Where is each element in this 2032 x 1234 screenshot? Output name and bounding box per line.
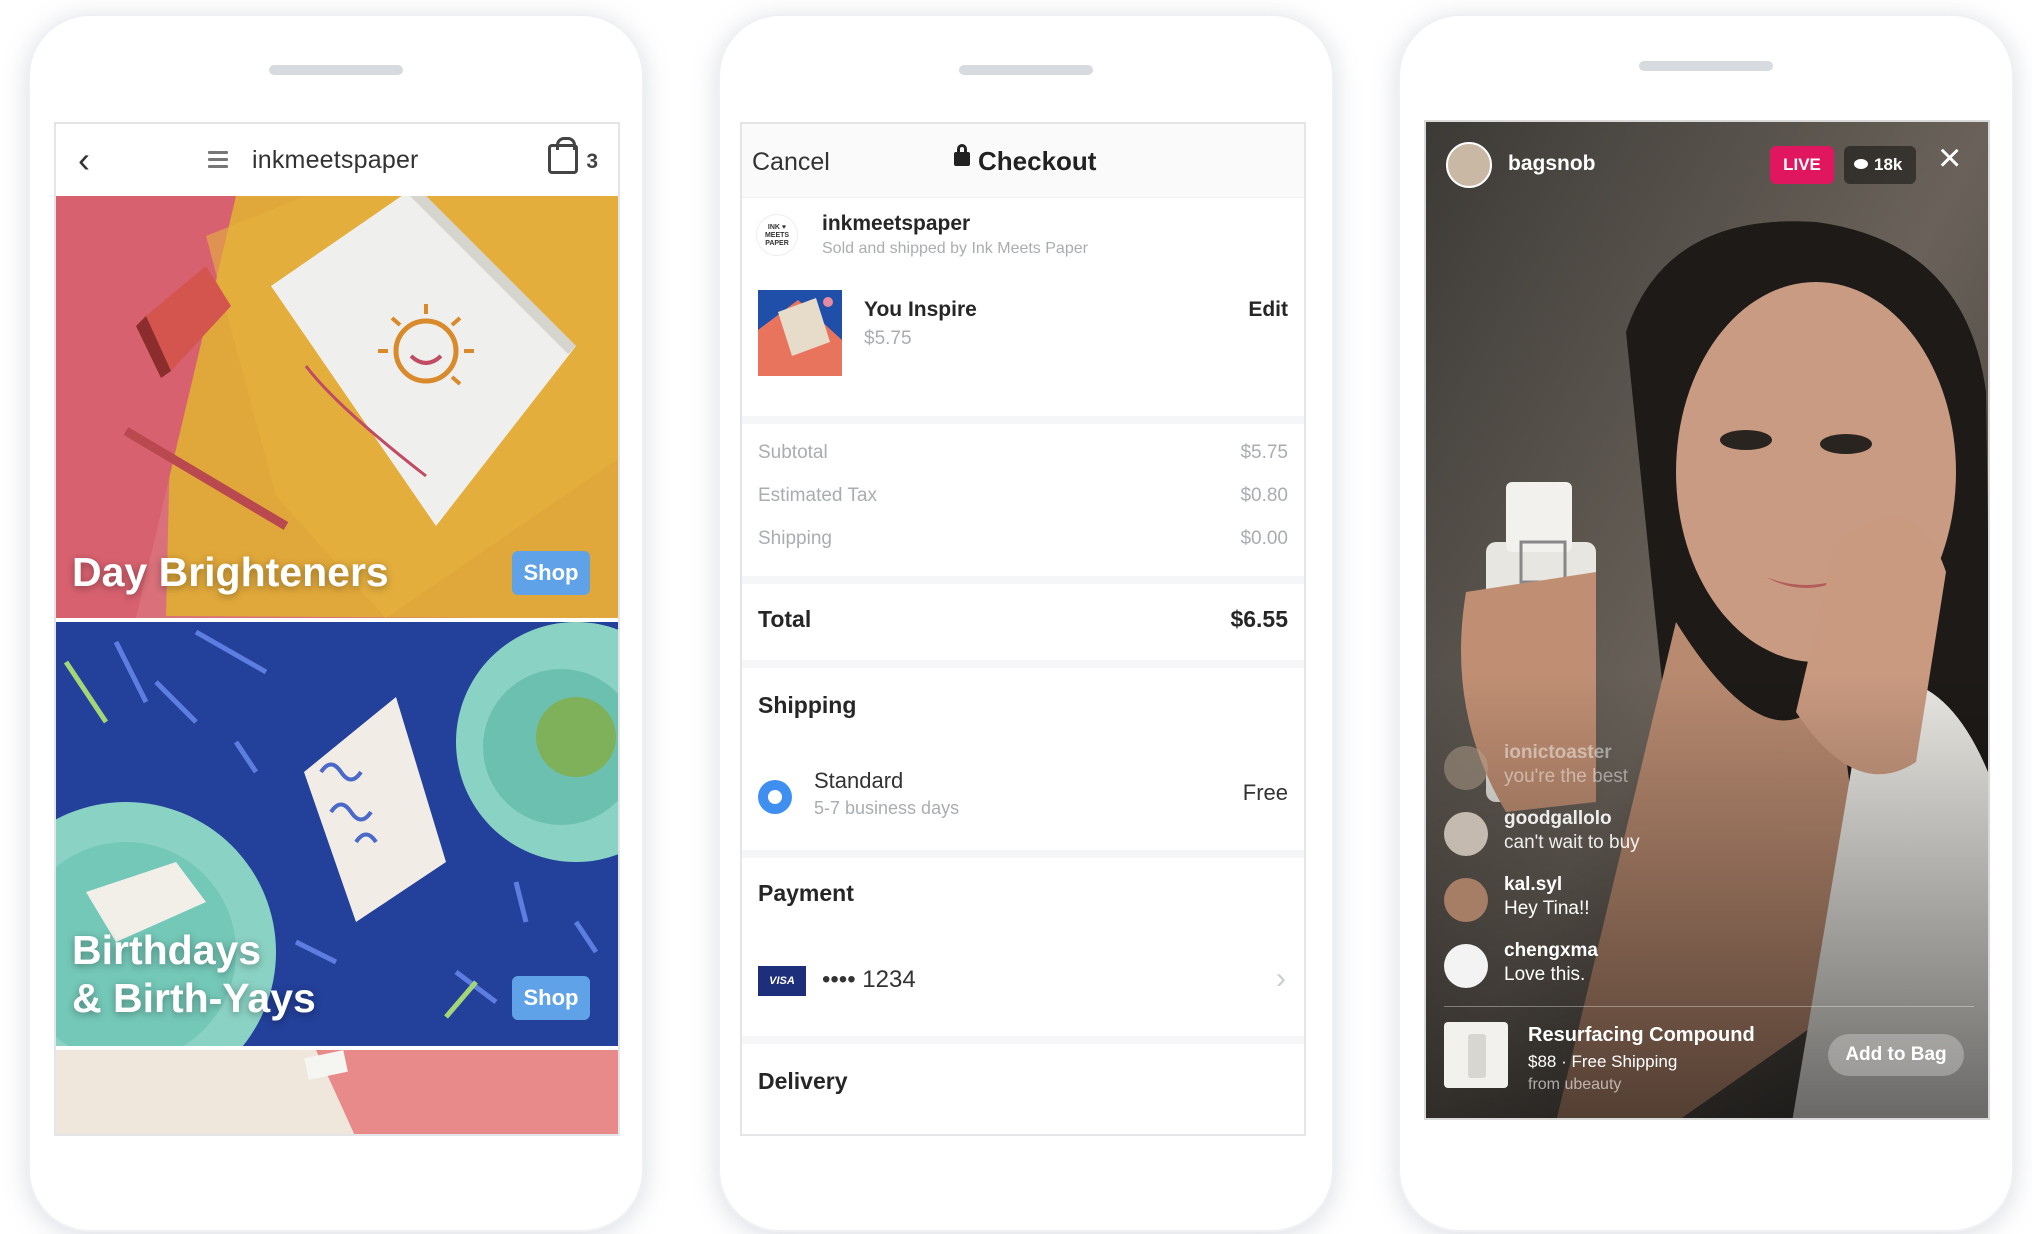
phone-live: bagsnob LIVE 18k × ionictoaster you're t… (1398, 14, 2014, 1232)
divider (742, 576, 1304, 584)
comment-text: Hey Tina!! (1504, 898, 1590, 919)
delivery-heading: Delivery (758, 1068, 848, 1094)
shop-button[interactable]: Shop (512, 551, 590, 595)
product-price: $88 · Free Shipping (1528, 1052, 1678, 1071)
host-username[interactable]: bagsnob (1508, 152, 1596, 176)
phone-checkout: Cancel Checkout INK ♥ MEETS PAPER inkmee… (718, 14, 1334, 1232)
summary-row-subtotal: Subtotal $5.75 (742, 442, 1304, 472)
avatar (1444, 944, 1488, 988)
hamburger-icon[interactable] (208, 151, 228, 169)
summary-value: $0.80 (1240, 485, 1288, 506)
checkout-title: Checkout (978, 146, 1097, 176)
product-name[interactable]: Resurfacing Compound (1528, 1024, 1755, 1047)
avatar[interactable] (1446, 142, 1492, 188)
comment-user: goodgallolo (1504, 808, 1612, 829)
comment-user: ionictoaster (1504, 742, 1612, 763)
summary-label: Estimated Tax (758, 485, 877, 506)
shopping-bag-icon[interactable] (548, 137, 578, 174)
total-row: Total $6.55 (742, 606, 1304, 642)
summary-value: $0.00 (1240, 528, 1288, 549)
store-name[interactable]: inkmeetspaper (252, 146, 419, 175)
chevron-right-icon[interactable]: › (1276, 962, 1286, 996)
collection-tile-partial[interactable] (56, 1050, 618, 1134)
edit-button[interactable]: Edit (1248, 298, 1288, 322)
product-thumbnail (758, 290, 842, 376)
avatar (1444, 878, 1488, 922)
tile-title-line2: & Birth-Yays (72, 975, 316, 1021)
shipping-option-price: Free (1242, 780, 1288, 805)
avatar (1444, 746, 1488, 790)
summary-row-tax: Estimated Tax $0.80 (742, 485, 1304, 515)
avatar (1444, 812, 1488, 856)
shipping-heading: Shipping (758, 692, 857, 718)
phone-shop: ‹ inkmeetspaper 3 Day Brighteners Shop B… (28, 14, 644, 1232)
card-number: •••• 1234 (822, 966, 916, 993)
close-icon[interactable]: × (1938, 138, 1961, 178)
shipping-option-name: Standard (814, 768, 904, 793)
seller-row: INK ♥ MEETS PAPER inkmeetspaper Sold and… (742, 198, 1304, 280)
bag-count: 3 (586, 150, 598, 173)
payment-heading: Payment (758, 880, 854, 906)
lock-icon (954, 152, 970, 166)
chevron-left-icon[interactable]: ‹ (78, 142, 106, 178)
lock-shackle (957, 144, 967, 154)
comment-text: can't wait to buy (1504, 832, 1640, 853)
total-value: $6.55 (1230, 606, 1288, 632)
collection-tile-day-brighteners[interactable]: Day Brighteners Shop (56, 196, 618, 618)
shop-button[interactable]: Shop (512, 976, 590, 1020)
phone-speaker (1639, 61, 1773, 71)
live-badge: LIVE (1770, 146, 1834, 184)
comment: kal.syl Hey Tina!! (1444, 872, 1884, 928)
item-price: $5.75 (864, 328, 912, 349)
divider (1444, 1006, 1974, 1007)
cancel-button[interactable]: Cancel (752, 148, 830, 177)
collection-tile-birthdays[interactable]: Birthdays & Birth-Yays Shop (56, 622, 618, 1046)
seller-note: Sold and shipped by Ink Meets Paper (822, 240, 1088, 257)
live-screen: bagsnob LIVE 18k × ionictoaster you're t… (1424, 120, 1990, 1120)
eye-icon (1854, 159, 1868, 169)
summary-value: $5.75 (1240, 442, 1288, 463)
seller-logo: INK ♥ MEETS PAPER (756, 214, 798, 256)
tile-title-line1: Birthdays (72, 927, 262, 973)
comment-text: you're the best (1504, 766, 1629, 787)
summary-row-shipping: Shipping $0.00 (742, 528, 1304, 558)
add-to-bag-button[interactable]: Add to Bag (1828, 1034, 1964, 1076)
shipping-option-sub: 5-7 business days (814, 798, 960, 818)
divider (742, 850, 1304, 858)
divider (742, 416, 1304, 424)
tile-title: Day Brighteners (72, 549, 389, 595)
divider (742, 1036, 1304, 1044)
product-bottle (1468, 1034, 1486, 1078)
comment-text: Love this. (1504, 964, 1586, 985)
cart-item: You Inspire $5.75 Edit (742, 280, 1304, 388)
phone-speaker (959, 65, 1093, 75)
viewer-count-badge: 18k (1844, 146, 1916, 184)
comment: ionictoaster you're the best (1444, 740, 1884, 796)
total-label: Total (758, 606, 812, 632)
shipping-option-standard[interactable]: Standard 5-7 business days Free (742, 760, 1304, 832)
checkout-header: Cancel Checkout (742, 124, 1304, 198)
shop-header: ‹ inkmeetspaper 3 (56, 124, 618, 196)
divider (742, 660, 1304, 668)
comment-user: kal.syl (1504, 874, 1563, 895)
summary-label: Subtotal (758, 442, 828, 463)
shop-screen: ‹ inkmeetspaper 3 Day Brighteners Shop B… (54, 122, 620, 1136)
product-seller: from ubeauty (1528, 1076, 1622, 1093)
comment: goodgallolo can't wait to buy (1444, 806, 1884, 862)
checkout-screen: Cancel Checkout INK ♥ MEETS PAPER inkmee… (740, 122, 1306, 1136)
phone-speaker (269, 65, 403, 75)
comment-user: chengxma (1504, 940, 1598, 961)
collection-photo-partial (56, 1050, 618, 1134)
item-name: You Inspire (864, 298, 977, 321)
payment-method-row[interactable]: VISA •••• 1234 › (742, 958, 1304, 1014)
comment: chengxma Love this. (1444, 938, 1884, 994)
viewer-count: 18k (1874, 155, 1903, 174)
seller-name: inkmeetspaper (822, 212, 971, 235)
visa-card-icon: VISA (758, 966, 806, 996)
radio-selected-dot (768, 790, 782, 804)
summary-label: Shipping (758, 528, 832, 549)
